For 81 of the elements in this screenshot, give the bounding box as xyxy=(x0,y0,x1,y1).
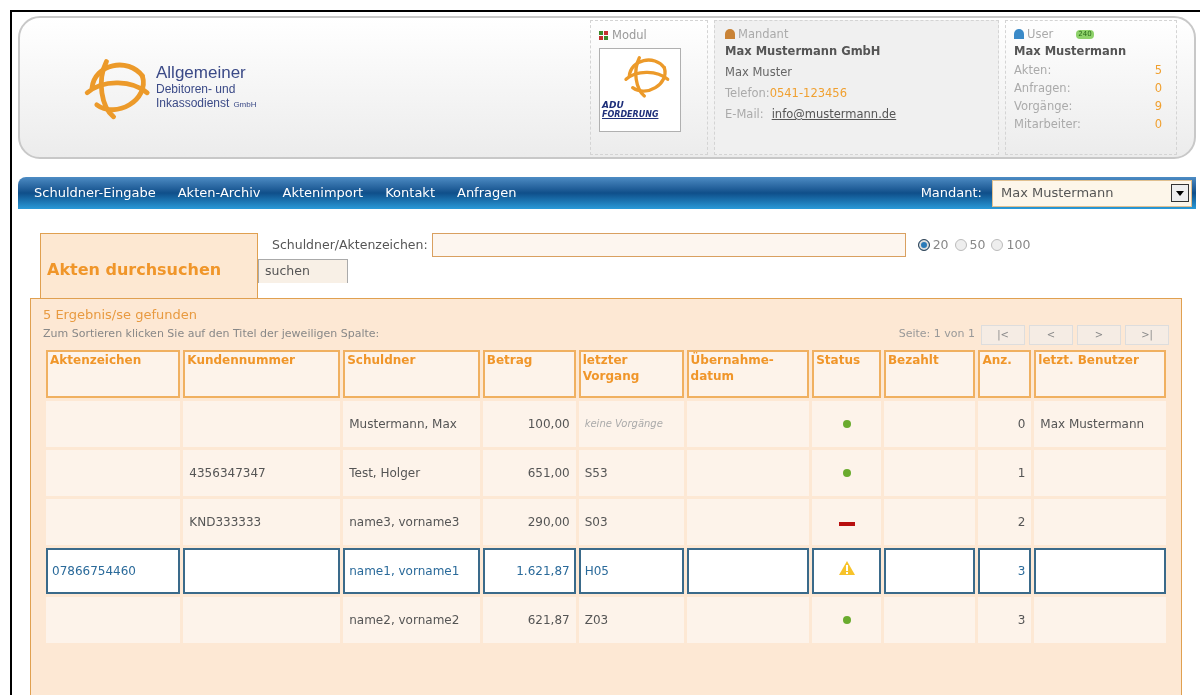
table-cell-text: 2 xyxy=(1017,514,1026,529)
table-cell-text: 0 xyxy=(1017,416,1026,431)
column-header[interactable]: Aktenzeichen xyxy=(46,349,181,398)
search-field[interactable] xyxy=(431,233,906,257)
table-cell-text: 1 xyxy=(1017,465,1026,480)
table-cell-text: 3 xyxy=(1017,612,1026,627)
nav-link[interactable]: Aktenimport xyxy=(282,183,364,203)
table-cell-text: 3 xyxy=(1017,563,1026,578)
column-header[interactable]: Übernahme-datum xyxy=(686,349,810,398)
stat-label: Vorgänge: xyxy=(1014,98,1073,115)
contact-name: Max Muster xyxy=(725,64,793,81)
table-cell-text: Z03 xyxy=(584,612,609,627)
column-header[interactable]: Betrag xyxy=(482,349,576,398)
table-cell-text: name3, vorname3 xyxy=(349,514,460,529)
column-header[interactable]: Schuldner xyxy=(343,349,480,398)
brand-subtitle: Inkassodienst xyxy=(156,95,230,110)
company-name: Max Mustermann GmbH xyxy=(725,43,882,60)
table-cell-text: 100,00 xyxy=(527,416,570,431)
stat-value: 0 xyxy=(1154,116,1163,133)
table-cell-text: name2, vorname2 xyxy=(349,612,460,627)
table-cell-text: keine Vorgänge xyxy=(584,418,663,429)
phone-number: 0541-123456 xyxy=(769,85,847,102)
stat-value: 0 xyxy=(1154,80,1163,97)
warning-icon xyxy=(838,561,855,575)
table-cell-text: S53 xyxy=(584,465,608,480)
brand-title: Allgemeiner xyxy=(156,63,247,82)
person-icon xyxy=(725,29,735,39)
status-bar-icon xyxy=(838,521,855,526)
stat-label: Anfragen: xyxy=(1014,80,1071,97)
module-logo-text: FORDERUNG xyxy=(602,110,659,121)
user-label: User xyxy=(1027,27,1054,41)
nav-link[interactable]: Kontakt xyxy=(385,183,435,203)
user-name: Max Mustermann xyxy=(1014,43,1128,60)
table-cell-text: 4356347347 xyxy=(189,465,266,480)
table-cell-text: 621,87 xyxy=(527,612,570,627)
mandant-select[interactable]: Max Mustermann xyxy=(992,179,1192,207)
table-cell-text: Max Mustermann xyxy=(1040,416,1145,431)
module-logo-text: ADU xyxy=(602,101,624,111)
column-header[interactable]: letzt. Benutzer xyxy=(1034,349,1166,398)
table-cell-text: 290,00 xyxy=(527,514,570,529)
table-cell-text: S03 xyxy=(584,514,608,529)
stat-value: 9 xyxy=(1154,98,1163,115)
stat-value: 5 xyxy=(1154,62,1163,79)
table-cell-text: 651,00 xyxy=(527,465,570,480)
search-button[interactable]: suchen xyxy=(258,259,348,283)
module-label: Modul xyxy=(612,27,647,44)
table-cell-text: name1, vorname1 xyxy=(349,563,460,578)
mandant-select-label: Mandant: xyxy=(920,184,982,203)
column-header[interactable]: Bezahlt xyxy=(883,349,976,398)
table-cell-text: H05 xyxy=(584,563,609,578)
column-header[interactable]: Status xyxy=(812,349,881,398)
person-icon xyxy=(1014,29,1024,39)
phone-label: Telefon: xyxy=(725,85,770,102)
column-header[interactable]: Anz. xyxy=(978,349,1032,398)
search-label: Schuldner/Aktenzeichen: xyxy=(272,235,428,254)
table-cell-text: Mustermann, Max xyxy=(349,416,457,431)
sort-hint: Zum Sortieren klicken Sie auf den Titel der jeweiligen Spalte: xyxy=(43,326,380,343)
page-size-radio[interactable]: 20 xyxy=(917,235,949,255)
stat-label: Akten: xyxy=(1014,62,1052,79)
dropdown-icon xyxy=(1171,184,1189,202)
brand-subtitle: Debitoren- und xyxy=(156,81,237,96)
brand-suffix: GmbH xyxy=(233,98,257,111)
table-cell-text: KND333333 xyxy=(189,514,262,529)
column-header[interactable]: Kundennummer xyxy=(183,349,341,398)
stat-label: Mitarbeiter: xyxy=(1014,116,1081,133)
table-cell-text: 07866754460 xyxy=(52,563,136,578)
page-size-radio[interactable]: 100 xyxy=(991,235,1031,255)
nav-link[interactable]: Anfragen xyxy=(457,183,517,203)
page-info: Seite: 1 von 1 xyxy=(898,326,975,343)
results-count: 5 Ergebnis/se gefunden xyxy=(43,306,198,324)
page-size-radio[interactable]: 50 xyxy=(954,235,986,255)
table-cell-text: Test, Holger xyxy=(349,465,421,480)
nav-link[interactable]: Akten-Archiv xyxy=(177,183,261,203)
nav-link[interactable]: Schuldner-Eingabe xyxy=(34,183,156,203)
search-tab[interactable]: Akten durchsuchen xyxy=(40,233,258,298)
email-label: E-Mail: xyxy=(725,106,764,123)
email-link[interactable]: info@mustermann.de xyxy=(771,104,897,125)
module-icon xyxy=(599,31,608,41)
column-header[interactable]: letzter Vorgang xyxy=(578,349,684,398)
mandant-label: Mandant xyxy=(738,27,789,41)
table-cell-text: 1.621,87 xyxy=(516,563,570,578)
